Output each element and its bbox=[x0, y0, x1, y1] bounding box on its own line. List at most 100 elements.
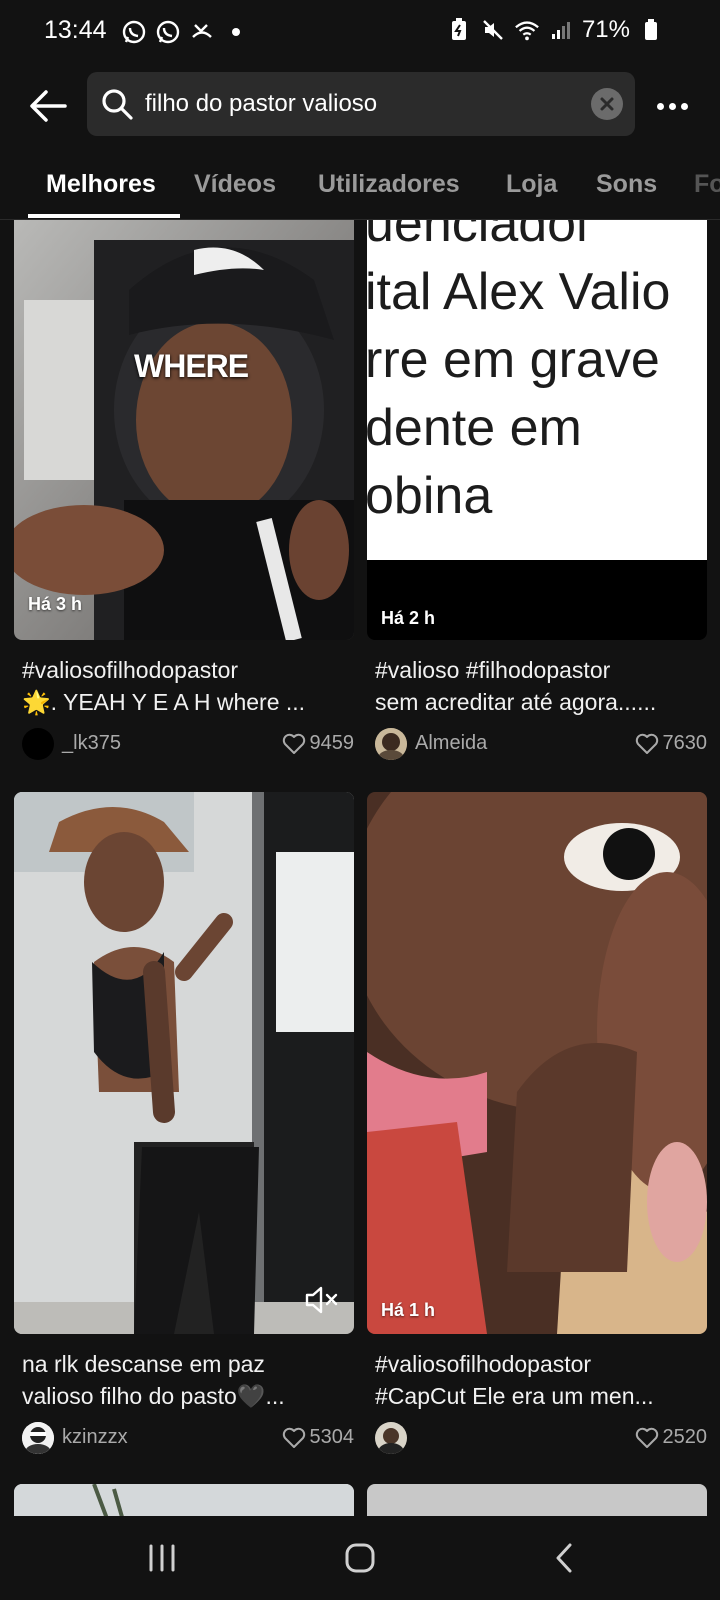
back-nav-button[interactable] bbox=[544, 1538, 584, 1578]
tab-shop[interactable]: Loja bbox=[506, 170, 557, 199]
username[interactable]: _lk375 bbox=[62, 732, 121, 755]
avatar[interactable] bbox=[22, 1422, 54, 1454]
search-icon bbox=[102, 89, 133, 120]
avatar[interactable] bbox=[22, 728, 54, 760]
thumbnail-headline: uenciadoi ital Alex Valio rre em grave d… bbox=[367, 220, 670, 530]
heart-icon bbox=[282, 1427, 305, 1448]
home-icon bbox=[345, 1543, 375, 1573]
headline-line: rre em grave bbox=[367, 331, 660, 389]
headline-line: ital Alex Valio bbox=[367, 263, 671, 321]
mute-icon bbox=[480, 17, 506, 43]
video-card[interactable]: WHERE Há 3 h #valiosofilhodopastor 🌟. YE… bbox=[14, 220, 354, 764]
battery-icon bbox=[638, 17, 664, 43]
caption-line: #valiosofilhodopastor bbox=[22, 657, 239, 683]
video-time-label: Há 2 h bbox=[381, 608, 436, 628]
video-meta: kzinzzx 5304 bbox=[22, 1418, 354, 1458]
thumbnail-text-image: uenciadoi ital Alex Valio rre em grave d… bbox=[367, 220, 707, 560]
video-thumbnail[interactable]: uenciadoi ital Alex Valio rre em grave d… bbox=[367, 220, 707, 640]
like-count-value: 7630 bbox=[662, 732, 708, 754]
whatsapp-icon bbox=[154, 18, 182, 46]
video-thumbnail[interactable] bbox=[14, 792, 354, 1334]
video-caption: #valiosofilhodopastor 🌟. YEAH Y E A H wh… bbox=[22, 654, 352, 718]
like-count: 7630 bbox=[635, 732, 708, 755]
heart-icon bbox=[635, 733, 658, 754]
caption-line: sem acreditar até agora...... bbox=[375, 689, 657, 715]
caption-line: #valioso #filhodopastor bbox=[375, 657, 611, 683]
username[interactable]: Almeida bbox=[415, 732, 487, 755]
more-dot-icon bbox=[668, 102, 676, 110]
caption-line: #CapCut Ele era um men... bbox=[375, 1383, 654, 1409]
video-caption: #valiosofilhodopastor #CapCut Ele era um… bbox=[375, 1348, 705, 1412]
avatar-image bbox=[22, 1422, 54, 1454]
like-count-value: 9459 bbox=[309, 732, 355, 754]
search-input[interactable] bbox=[145, 72, 565, 136]
video-caption: #valioso #filhodopastor sem acreditar at… bbox=[375, 654, 705, 718]
tab-partial[interactable]: Fo bbox=[694, 170, 720, 199]
avatar[interactable] bbox=[375, 1422, 407, 1454]
recent-apps-button[interactable] bbox=[142, 1538, 182, 1578]
thumbnail-image bbox=[14, 1484, 354, 1516]
back-button[interactable] bbox=[26, 86, 70, 126]
more-options-button[interactable] bbox=[650, 86, 694, 126]
avatar-image bbox=[375, 1422, 407, 1454]
video-card[interactable]: Há 1 h #valiosofilhodopastor #CapCut Ele… bbox=[367, 792, 707, 1458]
active-tab-indicator bbox=[28, 214, 180, 218]
thumbnail-image bbox=[14, 220, 354, 640]
search-header bbox=[0, 64, 720, 148]
missed-call-icon bbox=[188, 18, 216, 46]
arrow-left-icon bbox=[30, 90, 67, 122]
heart-icon bbox=[635, 1427, 658, 1448]
status-notification-icons bbox=[120, 18, 250, 46]
recent-apps-icon bbox=[149, 1544, 175, 1572]
like-count: 5304 bbox=[282, 1426, 355, 1449]
status-system-icons: 71% bbox=[446, 16, 664, 44]
chevron-left-icon bbox=[556, 1543, 572, 1573]
whatsapp-icon bbox=[120, 18, 148, 46]
headline-line: obina bbox=[367, 467, 493, 525]
home-button[interactable] bbox=[340, 1538, 380, 1578]
thumbnail-image bbox=[14, 792, 354, 1334]
more-dot-icon bbox=[680, 102, 688, 110]
video-card[interactable]: uenciadoi ital Alex Valio rre em grave d… bbox=[367, 220, 707, 764]
video-thumbnail-partial[interactable] bbox=[367, 1484, 707, 1516]
video-meta: Almeida 7630 bbox=[375, 724, 707, 764]
avatar-image bbox=[375, 728, 407, 760]
tab-sounds[interactable]: Sons bbox=[596, 170, 657, 199]
tab-videos[interactable]: Vídeos bbox=[194, 170, 276, 199]
signal-icon bbox=[548, 17, 574, 43]
username[interactable]: kzinzzx bbox=[62, 1426, 128, 1449]
video-thumbnail[interactable]: WHERE Há 3 h bbox=[14, 220, 354, 640]
search-box[interactable] bbox=[87, 72, 635, 136]
video-time-label: Há 1 h bbox=[381, 1300, 436, 1320]
video-thumbnail-partial[interactable] bbox=[14, 1484, 354, 1516]
like-count-value: 2520 bbox=[662, 1426, 708, 1448]
like-count-value: 5304 bbox=[309, 1426, 355, 1448]
tab-top[interactable]: Melhores bbox=[46, 170, 156, 199]
caption-line: 🌟. YEAH Y E A H where ... bbox=[22, 689, 306, 715]
results-grid: WHERE Há 3 h #valiosofilhodopastor 🌟. YE… bbox=[0, 220, 720, 1516]
status-bar: 13:44 71% bbox=[0, 0, 720, 64]
heart-icon bbox=[282, 733, 305, 754]
status-time: 13:44 bbox=[44, 16, 107, 44]
avatar[interactable] bbox=[375, 728, 407, 760]
like-count: 2520 bbox=[635, 1426, 708, 1449]
like-count: 9459 bbox=[282, 732, 355, 755]
caption-line: na rlk descanse em paz bbox=[22, 1351, 265, 1377]
headline-line: dente em bbox=[367, 399, 582, 457]
caption-line: valioso filho do pasto🖤... bbox=[22, 1383, 285, 1409]
tab-users[interactable]: Utilizadores bbox=[318, 170, 460, 199]
battery-saver-icon bbox=[446, 17, 472, 43]
video-meta: _lk375 9459 bbox=[22, 724, 354, 764]
video-caption: na rlk descanse em paz valioso filho do … bbox=[22, 1348, 352, 1412]
muted-icon[interactable] bbox=[304, 1285, 340, 1320]
system-navigation-bar bbox=[0, 1516, 720, 1600]
video-card[interactable]: na rlk descanse em paz valioso filho do … bbox=[14, 792, 354, 1458]
video-thumbnail[interactable]: Há 1 h bbox=[367, 792, 707, 1334]
clear-search-button[interactable] bbox=[591, 88, 623, 120]
search-tabs: Melhores Vídeos Utilizadores Loja Sons F… bbox=[0, 160, 720, 220]
thumbnail-image bbox=[367, 792, 707, 1334]
video-time-label: Há 3 h bbox=[28, 594, 83, 614]
notification-dot-icon bbox=[222, 18, 250, 46]
headline-line: uenciadoi bbox=[367, 220, 588, 253]
close-icon bbox=[600, 97, 614, 111]
